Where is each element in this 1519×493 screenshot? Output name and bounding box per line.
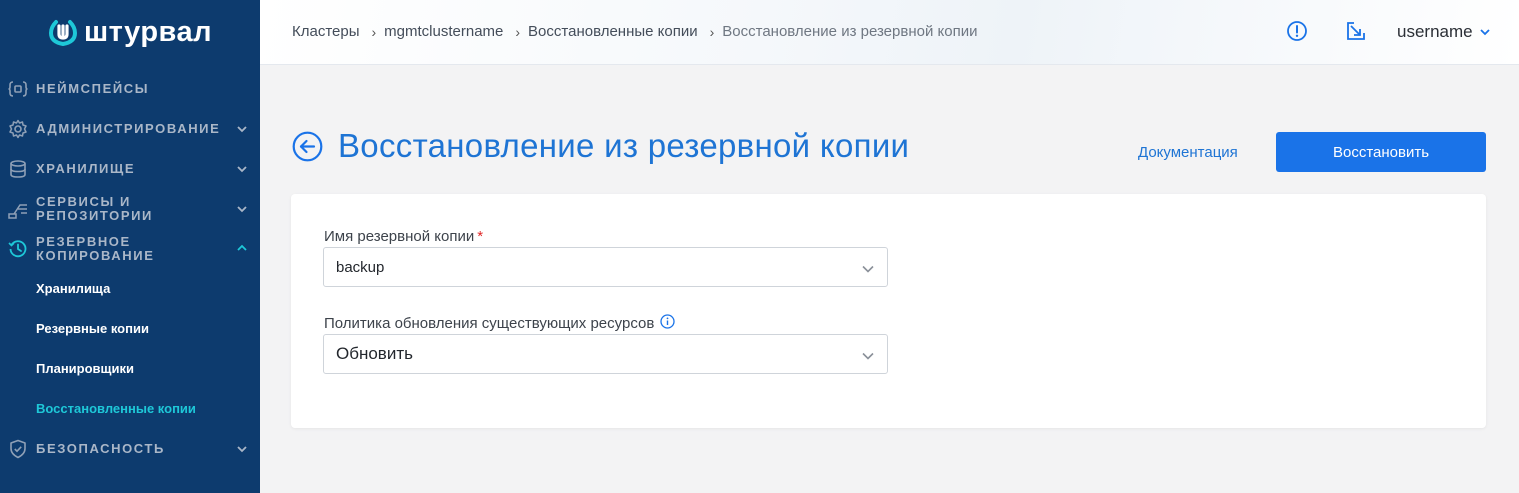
sidebar-item-security[interactable]: Безопасность	[0, 438, 260, 460]
alert-icon[interactable]	[1286, 20, 1308, 42]
sidebar-item-label: Резервное копирование	[36, 234, 155, 263]
restore-button[interactable]: Восстановить	[1276, 132, 1486, 172]
namespace-icon	[7, 78, 29, 100]
breadcrumb-restores[interactable]: Восстановленные копии	[528, 23, 698, 40]
required-marker: *	[477, 228, 484, 245]
sidebar-item-administration[interactable]: Администрирование	[0, 118, 260, 140]
sidebar-subitem-storages[interactable]: Хранилища	[36, 281, 110, 296]
sidebar-item-label: Администрирование	[36, 121, 221, 136]
chevron-right-icon: ›	[371, 23, 377, 40]
username: username	[1397, 22, 1473, 41]
chevron-down-icon	[1479, 29, 1490, 36]
page-title: Восстановление из резервной копии	[338, 127, 910, 164]
backup-name-label-text: Имя резервной копии	[324, 228, 475, 245]
sidebar-subitem-restores[interactable]: Восстановленные копии	[36, 401, 196, 416]
breadcrumb-cluster[interactable]: mgmtclustername	[384, 23, 503, 40]
documentation-link[interactable]: Документация	[1138, 144, 1238, 161]
chevron-down-icon	[237, 126, 247, 133]
restore-form-card: Имя резервной копии * backup Политика об…	[291, 194, 1486, 428]
backup-name-value: backup	[336, 259, 385, 276]
policy-label-text: Политика обновления существующих ресурсо…	[324, 315, 655, 332]
backup-clock-icon	[7, 238, 29, 260]
sidebar-item-label: Хранилище	[36, 161, 136, 176]
database-icon	[7, 158, 29, 180]
sidebar: штурвал Неймспейсы Администрирование Хра…	[0, 0, 260, 493]
back-arrow-icon[interactable]	[292, 131, 323, 162]
chevron-down-icon	[862, 265, 874, 273]
top-header: Кластеры › mgmtclustername › Восстановле…	[260, 0, 1519, 65]
gear-icon	[7, 118, 29, 140]
breadcrumb-clusters[interactable]: Кластеры	[292, 23, 360, 40]
chevron-right-icon: ›	[709, 23, 715, 40]
logo[interactable]: штурвал	[48, 14, 212, 50]
shturval-logo-icon	[48, 20, 78, 47]
update-policy-select[interactable]: Обновить	[323, 334, 888, 374]
chevron-down-icon	[237, 206, 247, 213]
sidebar-item-services[interactable]: Сервисы и репозитории	[0, 194, 260, 224]
shield-icon	[7, 438, 29, 460]
backup-name-select[interactable]: backup	[323, 247, 888, 287]
policy-label: Политика обновления существующих ресурсо…	[324, 314, 675, 332]
info-icon[interactable]	[660, 314, 675, 329]
sidebar-subitem-backups[interactable]: Резервные копии	[36, 321, 149, 336]
chevron-down-icon	[862, 352, 874, 360]
logo-text: штурвал	[84, 15, 213, 48]
sidebar-item-storage[interactable]: Хранилище	[0, 160, 260, 178]
sidebar-item-namespaces[interactable]: Неймспейсы	[0, 80, 260, 98]
sidebar-subitem-schedulers[interactable]: Планировщики	[36, 361, 134, 376]
chevron-right-icon: ›	[515, 23, 521, 40]
sidebar-item-label: Сервисы и репозитории	[36, 194, 153, 223]
user-menu[interactable]: username	[1397, 22, 1491, 42]
breadcrumb: Кластеры › mgmtclustername › Восстановле…	[292, 23, 977, 40]
chevron-down-icon	[237, 446, 247, 453]
chevron-up-icon	[237, 244, 247, 251]
sidebar-item-backup[interactable]: Резервное копирование	[0, 234, 260, 264]
sidebar-item-label: Безопасность	[36, 441, 165, 456]
breadcrumb-current: Восстановление из резервной копии	[722, 23, 978, 40]
collapse-arrow-icon[interactable]	[1345, 20, 1367, 42]
services-icon	[7, 199, 29, 221]
backup-name-label: Имя резервной копии *	[324, 228, 483, 245]
update-policy-value: Обновить	[336, 344, 413, 363]
sidebar-item-label: Неймспейсы	[36, 81, 150, 96]
chevron-down-icon	[237, 166, 247, 173]
